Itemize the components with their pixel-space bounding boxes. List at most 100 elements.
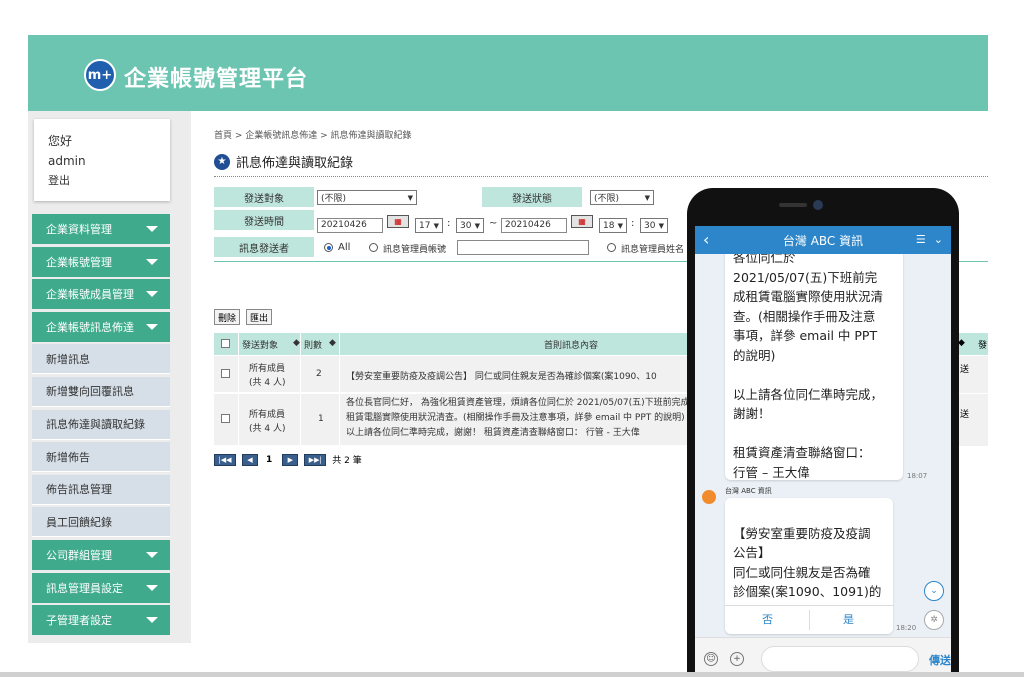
- account-input[interactable]: [457, 240, 589, 255]
- radio-name[interactable]: [607, 243, 616, 252]
- sidebar-item-label: 新增訊息: [46, 352, 90, 366]
- table-row[interactable]: 所有成員 (共 4 人) 2 【勞安室重要防疫及疫調公告】 同仁或同住親友是否為…: [214, 356, 690, 393]
- status-label: 發送狀態: [482, 187, 582, 207]
- calendar-icon[interactable]: ▦: [571, 215, 593, 228]
- sidebar-item-9[interactable]: 員工回饋紀錄: [32, 507, 170, 538]
- radio-all[interactable]: [324, 243, 333, 252]
- sidebar-item-10[interactable]: 公司群組管理: [32, 539, 170, 570]
- sort-icon[interactable]: ◆: [329, 338, 336, 348]
- last-page-icon[interactable]: ▶▶|: [304, 453, 327, 466]
- col-separator: [238, 333, 239, 446]
- chevron-down-icon: ▼: [617, 221, 623, 230]
- right-header: 發: [978, 341, 988, 351]
- sidebar-item-7[interactable]: 新增佈告: [32, 442, 170, 473]
- caret-down-icon: [146, 584, 158, 591]
- hour-from-select[interactable]: 17 ▼: [415, 218, 443, 233]
- chat-body: 各位同仁於 2021/05/07(五)下班前完 成租賃電腦實際使用狀況清 查。(…: [695, 254, 951, 637]
- app-title: 企業帳號管理平台: [124, 67, 309, 92]
- chat-title: 台灣 ABC 資訊: [782, 233, 864, 248]
- chevron-down-icon: ▼: [474, 221, 480, 230]
- sidebar-item-4[interactable]: 新增訊息: [32, 344, 170, 375]
- sidebar-item-0[interactable]: 企業資料管理: [32, 214, 170, 244]
- logout-link[interactable]: 登出: [48, 171, 156, 191]
- sidebar-item-2[interactable]: 企業帳號成員管理: [32, 279, 170, 310]
- sidebar-item-8[interactable]: 佈告訊息管理: [32, 474, 170, 505]
- emoji-icon[interactable]: ☺: [704, 652, 718, 666]
- right-cell-bg: [958, 394, 988, 446]
- status-select-value: (不限): [594, 194, 620, 204]
- status-select[interactable]: (不限) ▼: [590, 190, 654, 205]
- greeting: 您好: [48, 134, 73, 148]
- first-page-icon[interactable]: |◀◀: [214, 453, 236, 466]
- row-count: 2: [316, 369, 322, 379]
- date-from-input[interactable]: 20210426: [317, 218, 383, 233]
- export-button[interactable]: 匯出: [246, 309, 273, 325]
- sort-icon[interactable]: ◆: [958, 338, 965, 348]
- radio-account-label: 訊息管理員帳號: [383, 245, 447, 255]
- people-logo-icon: m+: [84, 59, 116, 91]
- menu-icon[interactable]: ☰: [916, 233, 926, 246]
- select-all-checkbox[interactable]: [221, 339, 230, 348]
- page-title-wrap: ★ 訊息佈達與讀取紀錄: [214, 152, 353, 171]
- chat-app-bar: ‹ 台灣 ABC 資訊 ☰ ⌄: [695, 226, 951, 254]
- col-content[interactable]: 首則訊息內容: [544, 338, 598, 351]
- min-from-select[interactable]: 30 ▼: [456, 218, 484, 233]
- chevron-down-circle-icon[interactable]: ⌄: [934, 233, 943, 246]
- bot-avatar-icon: [702, 490, 716, 504]
- chat-actions: ☰ ⌄: [916, 233, 943, 246]
- min-to-select[interactable]: 30 ▼: [640, 218, 668, 233]
- answer-no-button[interactable]: 否: [762, 611, 773, 627]
- star-icon: ★: [214, 153, 230, 170]
- chevron-down-icon: ▼: [407, 193, 413, 202]
- col-separator: [339, 333, 340, 446]
- camera: [813, 200, 823, 210]
- speaker: [779, 203, 807, 207]
- send-button[interactable]: 傳送: [929, 652, 951, 668]
- radio-name-label: 訊息管理員姓名: [621, 245, 685, 255]
- target-select[interactable]: (不限) ▼: [317, 190, 417, 205]
- calendar-icon[interactable]: ▦: [387, 215, 409, 228]
- sidebar-item-label: 企業資料管理: [46, 223, 112, 236]
- caret-down-icon: [146, 226, 158, 232]
- chevron-down-icon: ▼: [644, 193, 650, 202]
- total-count: 共 2 筆: [332, 456, 362, 466]
- sidebar-item-label: 公司群組管理: [46, 548, 112, 562]
- sidebar-nav: 企業資料管理 企業帳號管理企業帳號成員管理企業帳號訊息佈達新增訊息新增雙向回覆訊息…: [32, 214, 170, 638]
- sidebar-item-11[interactable]: 訊息管理員設定: [32, 572, 170, 603]
- table-row[interactable]: 所有成員 (共 4 人) 1 各位長官同仁好， 為強化租賃資產管理，煩請各位同仁…: [214, 394, 690, 446]
- sidebar-item-1[interactable]: 企業帳號管理: [32, 246, 170, 277]
- sidebar-item-3[interactable]: 企業帳號訊息佈達: [32, 311, 170, 342]
- scroll-down-icon[interactable]: ⌄: [924, 581, 944, 601]
- back-arrow-icon[interactable]: ‹: [703, 230, 709, 249]
- message-time: 18:07: [907, 472, 928, 480]
- col-target[interactable]: 發送對象: [242, 338, 278, 351]
- row-target-b: (共 4 人): [249, 424, 286, 434]
- message-input[interactable]: [761, 646, 919, 672]
- row-checkbox[interactable]: [221, 414, 230, 423]
- next-page-icon[interactable]: ▶: [282, 453, 299, 466]
- sidebar-item-label: 企業帳號管理: [46, 255, 112, 269]
- sidebar: 您好 admin 登出 企業資料管理 企業帳號管理 企業帳號成員管理 企業帳號訊息佈達…: [28, 111, 191, 643]
- prev-page-icon[interactable]: ◀: [242, 453, 258, 466]
- radio-account[interactable]: [369, 243, 378, 252]
- right-columns: ◆ 發 送 送: [958, 187, 988, 447]
- bottom-band: [0, 672, 1024, 677]
- date-to-input[interactable]: 20210426: [501, 218, 567, 233]
- chat-screen: ‹ 台灣 ABC 資訊 ☰ ⌄ 各位同仁於 2021/05/07(五)下班前完 …: [695, 226, 951, 677]
- answer-yes-button[interactable]: 是: [843, 611, 854, 627]
- sidebar-item-12[interactable]: 子管理者設定: [32, 605, 170, 636]
- caret-down-icon: [146, 617, 158, 624]
- col-count[interactable]: 則數: [304, 338, 322, 351]
- hour-to-select[interactable]: 18 ▼: [599, 218, 627, 233]
- sidebar-item-6[interactable]: 訊息佈達與讀取紀錄: [32, 409, 170, 440]
- add-icon[interactable]: +: [730, 652, 744, 666]
- settings-icon[interactable]: ✲: [924, 610, 944, 630]
- sidebar-item-label: 企業帳號成員管理: [46, 288, 134, 302]
- sort-icon[interactable]: ◆: [293, 338, 300, 348]
- pagination: |◀◀ ◀ 1 ▶ ▶▶| 共 2 筆: [214, 453, 362, 466]
- sidebar-item-label: 訊息管理員設定: [46, 581, 123, 595]
- delete-button[interactable]: 刪除: [214, 309, 241, 325]
- right-cell: 送: [960, 410, 970, 420]
- sidebar-item-5[interactable]: 新增雙向回覆訊息: [32, 376, 170, 407]
- row-checkbox[interactable]: [221, 369, 230, 378]
